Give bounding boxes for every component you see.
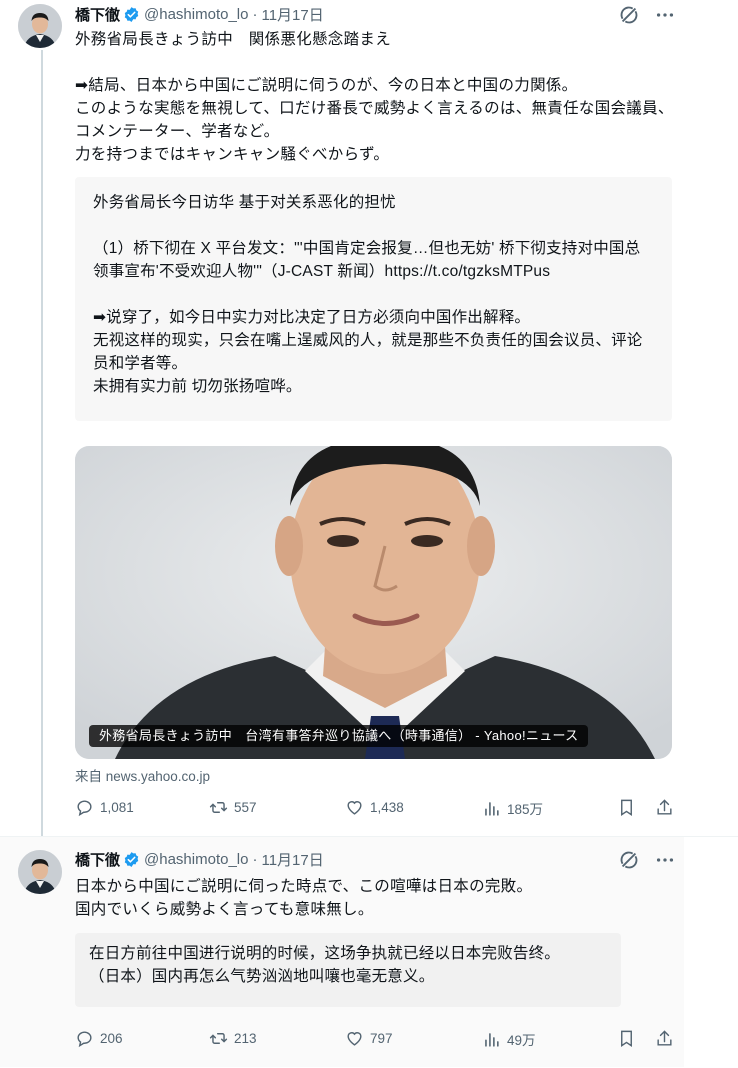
like-count: 1,438 [370,800,404,815]
tweet-text: 外務省局長きょう訪中 関係悪化懸念踏まえ ➡結局、日本から中国にご説明に伺うのが… [75,31,674,163]
more-icon[interactable] [654,4,676,26]
author-name[interactable]: 橋下徹 [75,849,120,870]
author-handle[interactable]: @hashimoto_lo [144,851,248,868]
translation-block: 在日方前往中国进行说明的时候，这场争执就已经以日本完败告终。 （日本）国内再怎么… [75,933,621,1007]
avatar[interactable] [18,850,62,894]
separator-dot: · [252,5,258,23]
views-count: 49万 [507,1033,536,1048]
reply-count: 206 [100,1031,123,1046]
reply-button[interactable]: 1,081 [75,798,134,817]
card-source[interactable]: 来自 news.yahoo.co.jp [75,765,210,785]
action-bar: 206 213 797 49万 [75,1029,678,1053]
tweet-text: 日本から中国にご説明に伺った時点で、この喧嘩は日本の完敗。 国内でいくら威勢よく… [75,878,533,918]
translation-block: 外务省局长今日访华 基于对关系恶化的担忧 （1）桥下彻在 X 平台发文："'中国… [75,177,672,421]
like-count: 797 [370,1031,393,1046]
card-caption: 外務省局長きょう訪中 台湾有事答弁巡り協議へ（時事通信） - Yahoo!ニュー… [89,725,589,747]
author-name[interactable]: 橋下徹 [75,4,120,25]
reply-count: 1,081 [100,800,134,815]
bookmark-icon [617,798,636,817]
like-icon [345,798,364,817]
views-button[interactable]: 49万 [482,1029,536,1049]
author-handle[interactable]: @hashimoto_lo [144,6,248,23]
views-button[interactable]: 185万 [482,798,543,818]
more-icon[interactable] [654,849,676,871]
reply-icon [75,798,94,817]
bookmark-button[interactable] [617,798,636,817]
tweet-1[interactable]: 橋下徹 @hashimoto_lo · 11月17日 外務省局長きょう訪中 関係… [0,0,738,840]
verified-badge-icon [123,6,140,23]
share-button[interactable] [655,1029,674,1048]
grok-icon[interactable] [618,4,640,26]
action-bar: 1,081 557 1,438 185万 [75,798,678,822]
views-icon [482,799,501,818]
grok-icon[interactable] [618,849,640,871]
tweet-2[interactable]: 橋下徹 @hashimoto_lo · 11月17日 日本から中国にご説明に伺っ… [0,837,738,1068]
reply-icon [75,1029,94,1048]
share-button[interactable] [655,798,674,817]
repost-count: 557 [234,800,257,815]
share-icon [655,798,674,817]
like-button[interactable]: 797 [345,1029,393,1048]
bookmark-icon [617,1029,636,1048]
link-card[interactable]: 外務省局長きょう訪中 台湾有事答弁巡り協議へ（時事通信） - Yahoo!ニュー… [75,446,672,759]
separator-dot: · [252,850,258,868]
avatar[interactable] [18,4,62,48]
repost-button[interactable]: 213 [209,1029,257,1048]
repost-icon [209,1029,228,1048]
reply-button[interactable]: 206 [75,1029,123,1048]
post-date[interactable]: 11月17日 [261,849,323,870]
share-icon [655,1029,674,1048]
news-photo [75,446,672,759]
thread-line [41,50,43,840]
like-button[interactable]: 1,438 [345,798,404,817]
verified-badge-icon [123,851,140,868]
repost-count: 213 [234,1031,257,1046]
like-icon [345,1029,364,1048]
views-count: 185万 [507,802,544,817]
bookmark-button[interactable] [617,1029,636,1048]
repost-button[interactable]: 557 [209,798,257,817]
post-date[interactable]: 11月17日 [261,4,323,25]
views-icon [482,1030,501,1049]
repost-icon [209,798,228,817]
